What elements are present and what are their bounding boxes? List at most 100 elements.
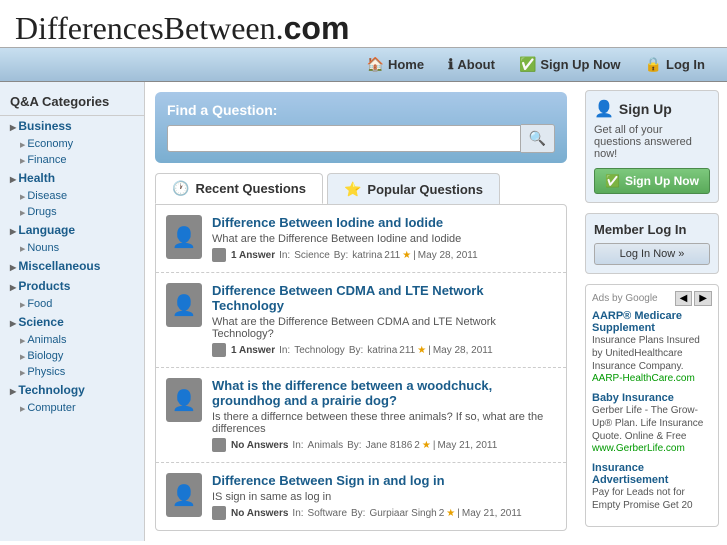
site-title: DifferencesBetween.com xyxy=(15,15,349,46)
clock-icon: 🕐 xyxy=(172,180,189,197)
sidebar-item-science[interactable]: Science xyxy=(0,312,144,332)
search-box: Find a Question: 🔍 xyxy=(155,92,567,163)
info-icon: ℹ xyxy=(448,56,453,73)
ads-box: Ads by Google ◀ ▶ AARP® Medicare Supplem… xyxy=(585,284,719,527)
avatar: 👤 xyxy=(166,215,202,259)
user-icon: 👤 xyxy=(594,99,614,119)
ad-item: AARP® Medicare Supplement Insurance Plan… xyxy=(592,310,712,384)
sidebar-item-drugs[interactable]: Drugs xyxy=(0,204,144,220)
question-desc: What are the Difference Between CDMA and… xyxy=(212,316,556,340)
sidebar-item-animals[interactable]: Animals xyxy=(0,332,144,348)
ad-title[interactable]: Baby Insurance xyxy=(592,392,712,404)
check-icon: ✅ xyxy=(605,174,620,188)
question-title[interactable]: Difference Between Sign in and log in xyxy=(212,473,556,488)
search-input[interactable] xyxy=(167,125,521,152)
ads-navigation: ◀ ▶ xyxy=(675,291,712,306)
question-body: Difference Between Iodine and Iodide Wha… xyxy=(212,215,556,262)
question-title[interactable]: Difference Between CDMA and LTE Network … xyxy=(212,283,556,313)
sidebar: Q&A Categories Business Economy Finance … xyxy=(0,82,145,541)
home-icon: 🏠 xyxy=(367,56,384,73)
ad-title[interactable]: Insurance Advertisement xyxy=(592,462,712,486)
ad-desc: Pay for Leads not for Empty Promise Get … xyxy=(592,486,712,512)
right-sidebar: 👤 Sign Up Get all of your questions answ… xyxy=(577,82,727,541)
avatar-image: 👤 xyxy=(166,378,202,422)
sidebar-title: Q&A Categories xyxy=(0,90,144,116)
meta-icon xyxy=(212,438,226,452)
sidebar-item-language[interactable]: Language xyxy=(0,220,144,240)
ad-desc: Gerber Life - The Grow-Up® Plan. Life In… xyxy=(592,404,712,443)
sidebar-item-disease[interactable]: Disease xyxy=(0,188,144,204)
question-body: Difference Between CDMA and LTE Network … xyxy=(212,283,556,357)
meta-icon xyxy=(212,506,226,520)
ad-desc: Insurance Plans Insured by UnitedHealthc… xyxy=(592,334,712,373)
table-row: 👤 Difference Between Iodine and Iodide W… xyxy=(156,205,566,273)
sidebar-item-physics[interactable]: Physics xyxy=(0,364,144,380)
star-badge: ★ xyxy=(422,440,431,451)
avatar-image: 👤 xyxy=(166,215,202,259)
search-icon: 🔍 xyxy=(529,130,546,146)
avatar: 👤 xyxy=(166,473,202,517)
question-meta: 1 Answer In: Science By: katrina 211 ★ |… xyxy=(212,248,556,262)
signup-button[interactable]: ✅ Sign Up Now xyxy=(594,168,710,194)
sidebar-item-biology[interactable]: Biology xyxy=(0,348,144,364)
search-label: Find a Question: xyxy=(167,102,555,118)
question-meta: 1 Answer In: Technology By: katrina 211 … xyxy=(212,343,556,357)
signup-description: Get all of your questions answered now! xyxy=(594,124,710,160)
meta-icon xyxy=(212,248,226,262)
lock-icon: 🔒 xyxy=(645,56,662,73)
avatar-image: 👤 xyxy=(166,283,202,327)
avatar: 👤 xyxy=(166,378,202,422)
question-body: Difference Between Sign in and log in IS… xyxy=(212,473,556,520)
sidebar-item-food[interactable]: Food xyxy=(0,296,144,312)
sidebar-item-finance[interactable]: Finance xyxy=(0,152,144,168)
nav-signup[interactable]: ✅ Sign Up Now xyxy=(507,52,633,77)
ad-item: Baby Insurance Gerber Life - The Grow-Up… xyxy=(592,392,712,454)
navbar: 🏠 Home ℹ About ✅ Sign Up Now 🔒 Log In xyxy=(0,47,727,82)
login-title: Member Log In xyxy=(594,222,710,237)
content-area: Find a Question: 🔍 🕐 Recent Questions ⭐ … xyxy=(145,82,577,541)
sidebar-item-miscellaneous[interactable]: Miscellaneous xyxy=(0,256,144,276)
sidebar-item-products[interactable]: Products xyxy=(0,276,144,296)
table-row: 👤 Difference Between Sign in and log in … xyxy=(156,463,566,530)
star-badge: ★ xyxy=(446,508,455,519)
star-icon: ⭐ xyxy=(344,181,361,198)
site-header: DifferencesBetween.com xyxy=(0,0,727,47)
tab-recent-questions[interactable]: 🕐 Recent Questions xyxy=(155,173,323,204)
ad-url: AARP-HealthCare.com xyxy=(592,373,712,384)
ads-next-button[interactable]: ▶ xyxy=(694,291,712,306)
avatar-image: 👤 xyxy=(166,473,202,517)
sidebar-item-business[interactable]: Business xyxy=(0,116,144,136)
ad-url: www.GerberLife.com xyxy=(592,443,712,454)
sidebar-item-economy[interactable]: Economy xyxy=(0,136,144,152)
ads-prev-button[interactable]: ◀ xyxy=(675,291,693,306)
sidebar-item-nouns[interactable]: Nouns xyxy=(0,240,144,256)
meta-icon xyxy=(212,343,226,357)
ad-title[interactable]: AARP® Medicare Supplement xyxy=(592,310,712,334)
ad-item: Insurance Advertisement Pay for Leads no… xyxy=(592,462,712,512)
ads-header: Ads by Google ◀ ▶ xyxy=(592,291,712,306)
sidebar-item-technology[interactable]: Technology xyxy=(0,380,144,400)
table-row: 👤 What is the difference between a woodc… xyxy=(156,368,566,463)
login-button[interactable]: Log In Now » xyxy=(594,243,710,265)
search-row: 🔍 xyxy=(167,124,555,153)
question-desc: IS sign in same as log in xyxy=(212,491,556,503)
question-meta: No Answers In: Animals By: Jane 8186 2 ★… xyxy=(212,438,556,452)
sidebar-item-computer[interactable]: Computer xyxy=(0,400,144,416)
nav-about[interactable]: ℹ About xyxy=(436,52,507,77)
main-layout: Q&A Categories Business Economy Finance … xyxy=(0,82,727,541)
question-title[interactable]: Difference Between Iodine and Iodide xyxy=(212,215,556,230)
check-icon: ✅ xyxy=(519,56,536,73)
login-box: Member Log In Log In Now » xyxy=(585,213,719,274)
question-body: What is the difference between a woodchu… xyxy=(212,378,556,452)
nav-home[interactable]: 🏠 Home xyxy=(355,52,437,77)
question-desc: What are the Difference Between Iodine a… xyxy=(212,233,556,245)
star-badge: ★ xyxy=(417,345,426,356)
avatar: 👤 xyxy=(166,283,202,327)
signup-title: 👤 Sign Up xyxy=(594,99,710,119)
search-button[interactable]: 🔍 xyxy=(521,124,555,153)
tab-popular-questions[interactable]: ⭐ Popular Questions xyxy=(327,173,500,204)
sidebar-item-health[interactable]: Health xyxy=(0,168,144,188)
nav-login[interactable]: 🔒 Log In xyxy=(633,52,717,77)
question-meta: No Answers In: Software By: Gurpiaar Sin… xyxy=(212,506,556,520)
question-title[interactable]: What is the difference between a woodchu… xyxy=(212,378,556,408)
